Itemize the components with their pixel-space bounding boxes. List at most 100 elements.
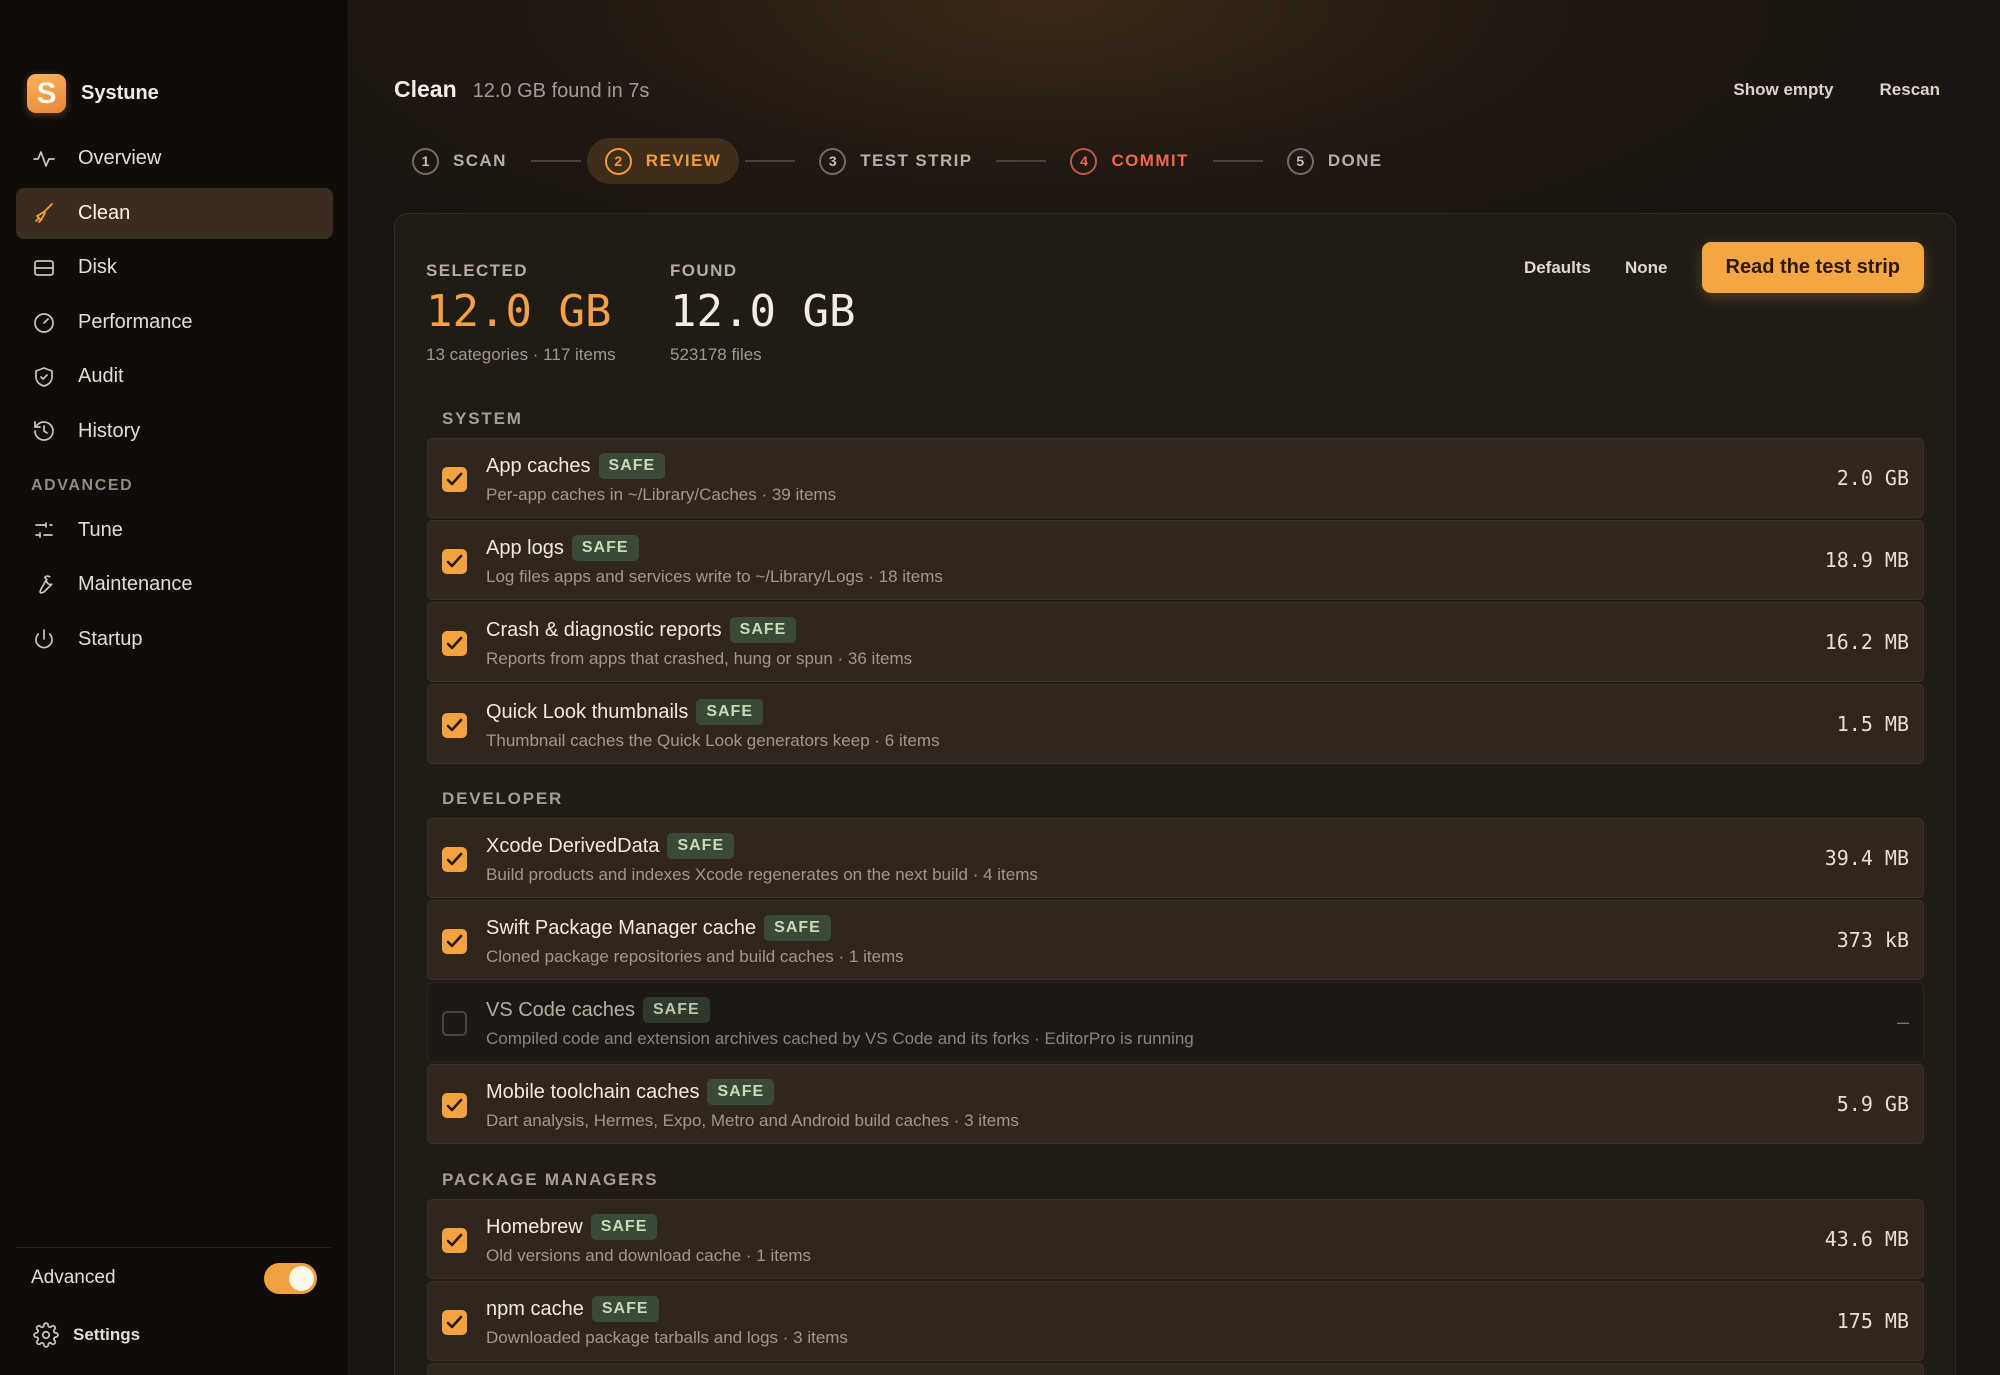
- list-item[interactable]: Xcode DerivedData SAFE Build products an…: [427, 818, 1924, 898]
- step-scan[interactable]: 1 SCAN: [394, 138, 525, 184]
- item-title: Homebrew SAFE: [486, 1214, 658, 1240]
- advanced-toggle-label: Advanced: [31, 1267, 116, 1288]
- list-item[interactable]: npm cache SAFE Downloaded package tarbal…: [427, 1281, 1924, 1361]
- step-commit[interactable]: 4 COMMIT: [1052, 138, 1206, 184]
- list-item[interactable]: VS Code caches SAFE Compiled code and ex…: [427, 982, 1924, 1062]
- sidebar-item-audit[interactable]: Audit: [16, 351, 333, 402]
- check-icon: [446, 1098, 463, 1112]
- check-icon: [446, 636, 463, 650]
- sidebar-item-maintenance[interactable]: Maintenance: [16, 559, 333, 610]
- sliders-icon: [35, 522, 53, 538]
- item-checkbox[interactable]: [442, 1093, 467, 1118]
- sidebar-item-label: Tune: [78, 518, 123, 541]
- item-title: Xcode DerivedData SAFE: [486, 833, 735, 859]
- item-checkbox[interactable]: [442, 631, 467, 656]
- item-checkbox[interactable]: [442, 1310, 467, 1335]
- list-item[interactable]: App logs SAFE Log files apps and service…: [427, 520, 1924, 600]
- list-item[interactable]: Swift Package Manager cache SAFE Cloned …: [427, 900, 1924, 980]
- sidebar-item-history[interactable]: History: [16, 406, 333, 457]
- sidebar-item-label: Audit: [78, 365, 124, 387]
- gear-icon: [33, 1322, 59, 1348]
- item-title: Quick Look thumbnails SAFE: [486, 699, 763, 725]
- show-empty-button[interactable]: Show empty: [1733, 80, 1833, 100]
- sidebar-item-tune[interactable]: Tune: [16, 505, 333, 556]
- check-icon: [446, 852, 463, 866]
- defaults-button[interactable]: Defaults: [1524, 258, 1591, 278]
- list-item[interactable]: Crash & diagnostic reports SAFE Reports …: [427, 602, 1924, 682]
- read-test-strip-button[interactable]: Read the test strip: [1701, 242, 1924, 293]
- item-checkbox[interactable]: [442, 929, 467, 954]
- step-done[interactable]: 5 DONE: [1269, 138, 1401, 184]
- panel-actions: Defaults None Read the test strip: [1524, 242, 1924, 293]
- check-icon: [446, 554, 463, 568]
- list-item[interactable]: Mobile toolchain caches SAFE Dart analys…: [427, 1064, 1924, 1144]
- sidebar-item-startup[interactable]: Startup: [16, 614, 333, 665]
- rescan-button[interactable]: Rescan: [1880, 80, 1940, 100]
- selected-sub: 13 categories · 117 items: [426, 345, 616, 364]
- step-number: 4: [1070, 147, 1098, 175]
- item-checkbox[interactable]: [442, 467, 467, 492]
- item-checkbox[interactable]: [442, 1011, 467, 1036]
- step-review[interactable]: 2 REVIEW: [586, 138, 740, 184]
- check-icon: [446, 718, 463, 732]
- review-panel: SELECTED 12.0 GB 13 categories · 117 ite…: [394, 213, 1956, 1375]
- main-content: Clean 12.0 GB found in 7s Show empty Res…: [350, 0, 2000, 1375]
- item-checkbox[interactable]: [442, 549, 467, 574]
- item-title: Crash & diagnostic reports SAFE: [486, 617, 797, 643]
- found-label: FOUND: [670, 261, 738, 280]
- section-title-developer: DEVELOPER: [442, 789, 564, 808]
- sidebar-item-label: Performance: [78, 310, 193, 333]
- sidebar-item-label: Clean: [78, 201, 131, 224]
- gauge-icon: [34, 313, 54, 333]
- section-title-package-managers: PACKAGE MANAGERS: [442, 1170, 659, 1189]
- settings-button[interactable]: Settings: [33, 1322, 140, 1348]
- safe-badge: SAFE: [667, 833, 735, 859]
- item-description: Downloaded package tarballs and logs · 3…: [486, 1328, 848, 1347]
- page-title: Clean: [394, 76, 457, 102]
- item-title: Swift Package Manager cache SAFE: [486, 915, 831, 941]
- power-icon: [35, 629, 53, 649]
- shield-icon: [35, 366, 53, 387]
- disk-icon: [34, 259, 54, 276]
- selected-stat: SELECTED 12.0 GB 13 categories · 117 ite…: [426, 261, 616, 365]
- history-icon: [34, 421, 54, 441]
- item-checkbox[interactable]: [442, 1228, 467, 1253]
- sidebar-item-disk[interactable]: Disk: [16, 242, 333, 293]
- item-title: App caches SAFE: [486, 453, 666, 479]
- safe-badge: SAFE: [571, 535, 639, 561]
- select-none-button[interactable]: None: [1625, 258, 1668, 278]
- item-name: Swift Package Manager cache: [486, 916, 757, 939]
- check-icon: [446, 472, 463, 486]
- item-description: Log files apps and services write to ~/L…: [486, 567, 943, 586]
- check-icon: [446, 1315, 463, 1329]
- check-icon: [446, 934, 463, 948]
- step-number: 3: [819, 147, 847, 175]
- activity-icon: [33, 150, 55, 167]
- step-label: COMMIT: [1111, 151, 1189, 170]
- app-logo: S: [27, 74, 66, 113]
- list-item-partial: [427, 1363, 1924, 1375]
- advanced-toggle-row: Advanced: [31, 1262, 317, 1294]
- brand: S Systune: [27, 74, 159, 113]
- selected-value: 12.0 GB: [426, 286, 612, 337]
- list-item[interactable]: App caches SAFE Per-app caches in ~/Libr…: [427, 438, 1924, 518]
- step-connector: [530, 160, 581, 162]
- list-item[interactable]: Quick Look thumbnails SAFE Thumbnail cac…: [427, 684, 1924, 764]
- sidebar-item-clean[interactable]: Clean: [16, 187, 333, 239]
- header-actions: Show empty Rescan: [1733, 80, 1940, 100]
- step-test-strip[interactable]: 3 TEST STRIP: [801, 138, 990, 184]
- list-item[interactable]: Homebrew SAFE Old versions and download …: [427, 1199, 1924, 1279]
- safe-badge: SAFE: [642, 997, 710, 1023]
- step-label: REVIEW: [645, 151, 722, 170]
- item-size: 1.5 MB: [1836, 712, 1909, 736]
- item-size: 16.2 MB: [1824, 630, 1909, 654]
- item-name: Quick Look thumbnails: [486, 700, 689, 723]
- section-title-system: SYSTEM: [442, 409, 523, 428]
- sidebar-item-overview[interactable]: Overview: [16, 133, 333, 184]
- sidebar-item-performance[interactable]: Performance: [16, 297, 333, 348]
- page-header: Clean 12.0 GB found in 7s: [394, 76, 649, 103]
- advanced-toggle[interactable]: [264, 1262, 317, 1294]
- stepper: 1 SCAN 2 REVIEW 3 TEST STRIP 4 COMMIT 5 …: [394, 138, 1401, 184]
- item-checkbox[interactable]: [442, 847, 467, 872]
- item-checkbox[interactable]: [442, 713, 467, 738]
